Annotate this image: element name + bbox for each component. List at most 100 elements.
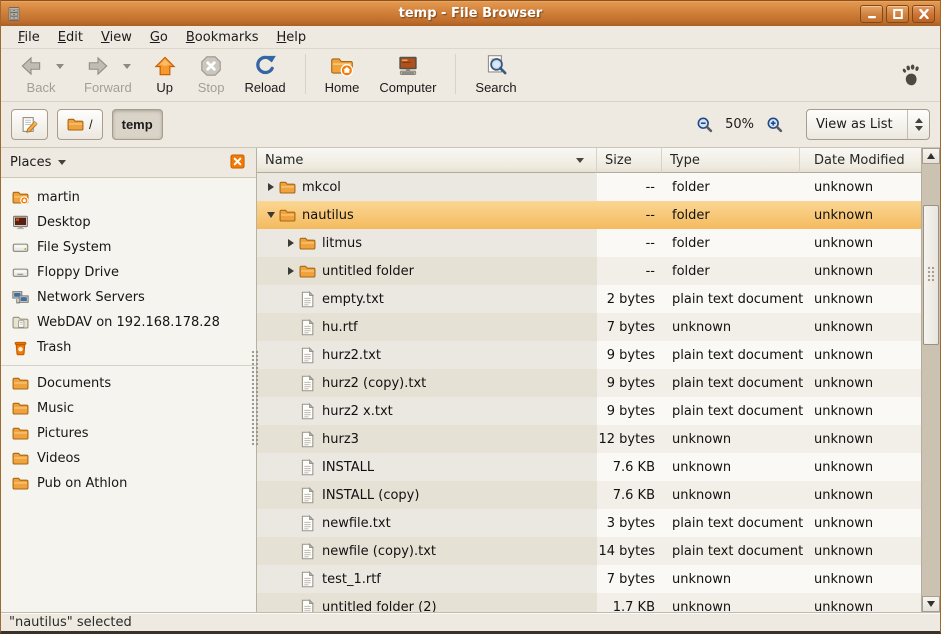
- path-root-label: /: [89, 117, 93, 132]
- toolbar-home-button[interactable]: Home: [316, 51, 369, 97]
- menu-file[interactable]: File: [9, 28, 49, 47]
- view-mode-selector[interactable]: View as List: [806, 109, 930, 140]
- cell-size: --: [597, 229, 662, 257]
- path-root-button[interactable]: /: [57, 109, 103, 140]
- file-icon: [299, 487, 316, 504]
- expander-icon[interactable]: [263, 183, 279, 191]
- pane-divider-grip[interactable]: [251, 350, 259, 446]
- cell-date: unknown: [800, 173, 940, 201]
- zoom-out-icon: [696, 116, 713, 133]
- sidebar-item-music[interactable]: Music: [1, 396, 256, 421]
- toolbar-reload-button[interactable]: Reload: [235, 51, 294, 97]
- table-row[interactable]: mkcol--folderunknown: [257, 173, 940, 201]
- cell-date: unknown: [800, 313, 940, 341]
- titlebar[interactable]: temp - File Browser: [1, 0, 940, 26]
- cell-name: litmus: [257, 229, 597, 257]
- scrollbar-thumb[interactable]: [923, 205, 939, 345]
- table-row[interactable]: newfile.txt3 bytesplain text documentunk…: [257, 509, 940, 537]
- cell-name: mkcol: [257, 173, 597, 201]
- menu-bookmarks[interactable]: Bookmarks: [177, 28, 268, 47]
- file-size: 3 bytes: [607, 516, 655, 531]
- close-button[interactable]: [912, 5, 935, 23]
- sidebar-item-trash[interactable]: Trash: [1, 335, 256, 360]
- table-row[interactable]: litmus--folderunknown: [257, 229, 940, 257]
- home-folder-icon: [12, 189, 29, 206]
- scroll-down-button[interactable]: [922, 596, 940, 612]
- view-mode-spinner[interactable]: [907, 110, 929, 139]
- file-icon: [299, 403, 316, 420]
- menu-view[interactable]: View: [92, 28, 141, 47]
- table-row[interactable]: hurz312 bytesunknownunknown: [257, 425, 940, 453]
- menu-edit[interactable]: Edit: [49, 28, 92, 47]
- sidebar-item-label: WebDAV on 192.168.178.28: [37, 315, 220, 330]
- table-row[interactable]: empty.txt2 bytesplain text documentunkno…: [257, 285, 940, 313]
- table-row[interactable]: test_1.rtf7 bytesunknownunknown: [257, 565, 940, 593]
- file-size: 14 bytes: [599, 544, 656, 559]
- minimize-button[interactable]: [860, 5, 883, 23]
- sidebar-item-floppy-drive[interactable]: Floppy Drive: [1, 260, 256, 285]
- table-row[interactable]: hurz2 x.txt9 bytesplain text documentunk…: [257, 397, 940, 425]
- column-header-date-modified[interactable]: Date Modified: [800, 148, 921, 173]
- menu-go[interactable]: Go: [141, 28, 177, 47]
- places-selector[interactable]: Places: [10, 155, 66, 170]
- folder-icon: [279, 179, 296, 196]
- table-row[interactable]: hurz2.txt9 bytesplain text documentunkno…: [257, 341, 940, 369]
- table-row[interactable]: untitled folder--folderunknown: [257, 257, 940, 285]
- maximize-button[interactable]: [886, 5, 909, 23]
- zoom-out-button[interactable]: [696, 116, 713, 133]
- sidebar-item-martin[interactable]: martin: [1, 185, 256, 210]
- sidebar-item-desktop[interactable]: Desktop: [1, 210, 256, 235]
- path-current-button[interactable]: temp: [112, 109, 163, 140]
- search-icon: [483, 53, 509, 79]
- column-header-name[interactable]: Name: [257, 148, 597, 173]
- sidebar-item-videos[interactable]: Videos: [1, 446, 256, 471]
- sidebar-item-file-system[interactable]: File System: [1, 235, 256, 260]
- folder-icon: [12, 475, 29, 492]
- file-icon: [299, 459, 316, 476]
- cell-type: folder: [662, 229, 800, 257]
- file-name: mkcol: [302, 180, 341, 195]
- table-row[interactable]: INSTALL (copy)7.6 KBunknownunknown: [257, 481, 940, 509]
- toolbar-up-button[interactable]: Up: [143, 51, 187, 97]
- expander-icon[interactable]: [263, 212, 279, 218]
- file-type: folder: [672, 264, 710, 279]
- cell-name: untitled folder: [257, 257, 597, 285]
- cell-size: 7.6 KB: [597, 481, 662, 509]
- scroll-up-button[interactable]: [922, 148, 940, 164]
- sidebar-item-pub-on-athlon[interactable]: Pub on Athlon: [1, 471, 256, 496]
- window-icon: [6, 6, 22, 22]
- sidebar-item-documents[interactable]: Documents: [1, 371, 256, 396]
- cell-date: unknown: [800, 453, 940, 481]
- table-row[interactable]: untitled folder (2)1.7 KBunknownunknown: [257, 593, 940, 612]
- status-bar: "nautilus" selected: [1, 612, 940, 631]
- edit-location-button[interactable]: [11, 109, 48, 140]
- arrow-down-icon: [927, 601, 935, 607]
- table-row[interactable]: nautilus--folderunknown: [257, 201, 940, 229]
- table-row[interactable]: newfile (copy).txt14 bytesplain text doc…: [257, 537, 940, 565]
- column-header-type[interactable]: Type: [662, 148, 800, 173]
- toolbar-label: Stop: [198, 80, 225, 95]
- cell-date: unknown: [800, 341, 940, 369]
- table-row[interactable]: hurz2 (copy).txt9 bytesplain text docume…: [257, 369, 940, 397]
- expander-icon[interactable]: [283, 267, 299, 275]
- computer-icon: [395, 53, 421, 79]
- expander-icon[interactable]: [283, 239, 299, 247]
- table-row[interactable]: INSTALL7.6 KBunknownunknown: [257, 453, 940, 481]
- table-row[interactable]: hu.rtf7 bytesunknownunknown: [257, 313, 940, 341]
- folder-icon: [299, 235, 316, 252]
- scrollbar-track[interactable]: [922, 164, 940, 596]
- root-folder-icon: [67, 116, 84, 133]
- column-header-size[interactable]: Size: [597, 148, 662, 173]
- file-date: unknown: [814, 460, 873, 475]
- sidebar-item-pictures[interactable]: Pictures: [1, 421, 256, 446]
- remote-folder-icon: [12, 314, 29, 331]
- sidebar-close-button[interactable]: [230, 154, 247, 171]
- file-name: hurz2 x.txt: [322, 404, 393, 419]
- chevron-down-icon: [58, 160, 66, 165]
- menu-help[interactable]: Help: [268, 28, 316, 47]
- zoom-in-button[interactable]: [766, 116, 783, 133]
- toolbar-search-button[interactable]: Search: [466, 51, 525, 97]
- toolbar-computer-button[interactable]: Computer: [370, 51, 445, 97]
- sidebar-item-webdav-on-192-168-178-28[interactable]: WebDAV on 192.168.178.28: [1, 310, 256, 335]
- sidebar-item-network-servers[interactable]: Network Servers: [1, 285, 256, 310]
